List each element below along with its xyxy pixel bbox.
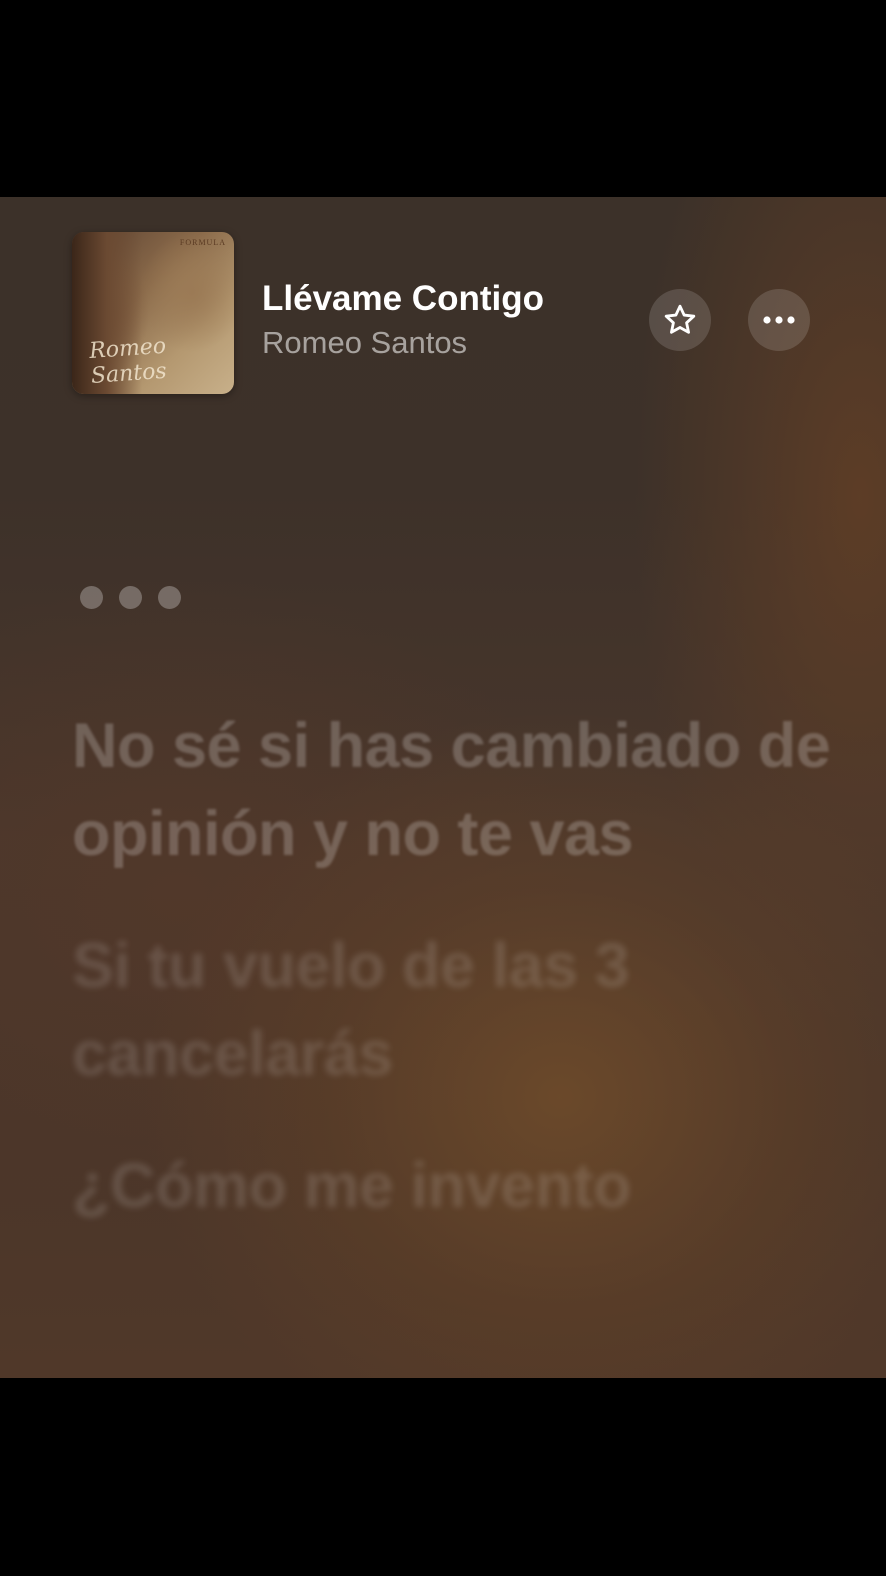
more-options-button[interactable] bbox=[748, 289, 810, 351]
interlude-dot bbox=[158, 586, 181, 609]
album-artwork[interactable]: FORMULA Romeo Santos bbox=[72, 232, 234, 394]
lyrics-player-view: FORMULA Romeo Santos Llévame Contigo Rom… bbox=[0, 197, 886, 1378]
favorite-button[interactable] bbox=[649, 289, 711, 351]
lyric-line[interactable]: Si tu vuelo de las 3 cancelarás bbox=[72, 922, 832, 1098]
lyrics-list[interactable]: No sé si has cambiado de opinión y no te… bbox=[72, 702, 832, 1274]
interlude-dot bbox=[80, 586, 103, 609]
album-artwork-title-text: Romeo Santos bbox=[88, 333, 168, 389]
top-letterbox bbox=[0, 0, 886, 197]
interlude-dot bbox=[119, 586, 142, 609]
interlude-indicator bbox=[80, 586, 181, 609]
ellipsis-icon bbox=[763, 316, 795, 324]
artist-name[interactable]: Romeo Santos bbox=[262, 325, 467, 361]
bottom-letterbox bbox=[0, 1378, 886, 1576]
lyric-line[interactable]: ¿Cómo me invento bbox=[72, 1142, 832, 1230]
lyric-line[interactable]: No sé si has cambiado de opinión y no te… bbox=[72, 702, 832, 878]
song-title[interactable]: Llévame Contigo bbox=[262, 279, 544, 319]
star-outline-icon bbox=[664, 304, 696, 334]
album-artwork-series-text: FORMULA bbox=[179, 238, 226, 247]
